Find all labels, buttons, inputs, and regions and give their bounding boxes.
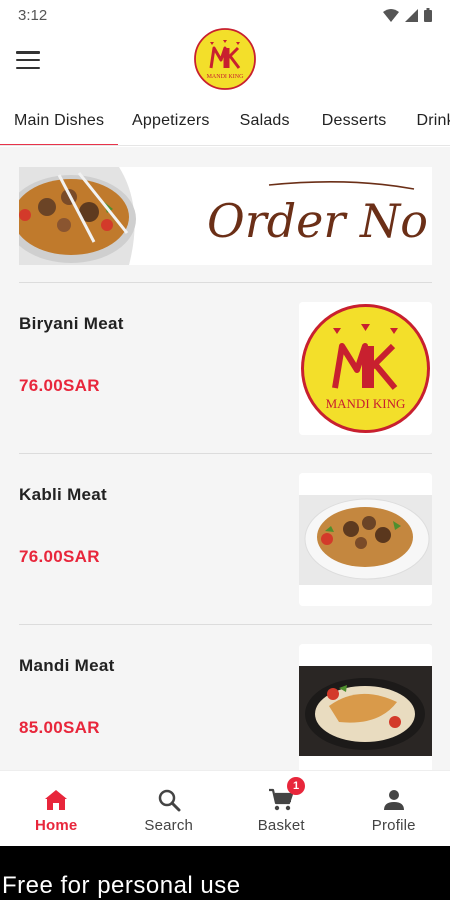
divider: [19, 453, 432, 454]
nav-home[interactable]: Home: [0, 771, 113, 846]
search-icon: [156, 787, 182, 813]
nav-basket[interactable]: 1 Basket: [225, 771, 338, 846]
nav-home-label: Home: [35, 817, 78, 834]
brand-logo: MANDI KING: [194, 28, 256, 90]
menu-list: Order Now Biryani Meat 76.00SAR MANDI KI…: [0, 147, 450, 770]
tab-appetizers[interactable]: Appetizers: [118, 100, 224, 145]
logo-text: MANDI KING: [207, 74, 244, 80]
item-name: Biryani Meat: [19, 314, 124, 333]
person-icon: [381, 787, 407, 813]
logo-text: MANDI KING: [326, 396, 406, 411]
item-price: 76.00SAR: [19, 376, 100, 395]
status-bar: 3:12: [0, 0, 450, 30]
item-image-mandi-king-logo[interactable]: MANDI KING: [299, 302, 432, 435]
item-price: 76.00SAR: [19, 547, 100, 566]
item-image-rice-meat-plate[interactable]: [299, 473, 432, 606]
home-icon: [43, 787, 69, 813]
basket-count-badge: 1: [287, 777, 305, 795]
tab-drinks[interactable]: Drink: [402, 100, 450, 145]
menu-item[interactable]: Kabli Meat 76.00SAR: [19, 473, 432, 608]
status-icons: [383, 8, 432, 22]
footer-bar: Free for personal use: [0, 846, 450, 900]
item-name: Mandi Meat: [19, 656, 115, 675]
banner-script-text: Order Now: [199, 175, 432, 257]
tab-main-dishes[interactable]: Main Dishes: [0, 100, 118, 145]
signal-icon: [405, 8, 418, 22]
tab-desserts[interactable]: Desserts: [306, 100, 403, 145]
nav-profile[interactable]: Profile: [338, 771, 450, 846]
mandi-king-logo-icon: MANDI KING: [194, 28, 256, 90]
order-now-text: Order Now: [207, 194, 429, 248]
nav-basket-label: Basket: [257, 817, 305, 834]
item-image-mandi-meat-dish[interactable]: [299, 644, 432, 770]
tab-salads[interactable]: Salads: [224, 100, 306, 145]
item-name: Kabli Meat: [19, 485, 108, 504]
order-now-banner[interactable]: Order Now: [19, 167, 432, 265]
nav-search-label: Search: [144, 817, 194, 834]
item-price: 85.00SAR: [19, 718, 100, 737]
hamburger-menu-icon[interactable]: [14, 48, 42, 72]
menu-item[interactable]: Mandi Meat 85.00SAR: [19, 644, 432, 770]
nav-profile-label: Profile: [371, 817, 416, 834]
app-bar: MANDI KING: [0, 28, 450, 100]
menu-item[interactable]: Biryani Meat 76.00SAR MANDI KING: [19, 302, 432, 437]
divider: [19, 624, 432, 625]
nav-search[interactable]: Search: [113, 771, 226, 846]
category-tabs: Main Dishes Appetizers Salads Desserts D…: [0, 100, 450, 146]
divider: [19, 282, 432, 283]
footer-watermark-text: Free for personal use: [2, 872, 241, 899]
bottom-navigation: Home Search 1 Basket Profile: [0, 770, 450, 846]
battery-icon: [424, 8, 432, 22]
wifi-icon: [383, 8, 399, 22]
status-time: 3:12: [18, 6, 48, 24]
